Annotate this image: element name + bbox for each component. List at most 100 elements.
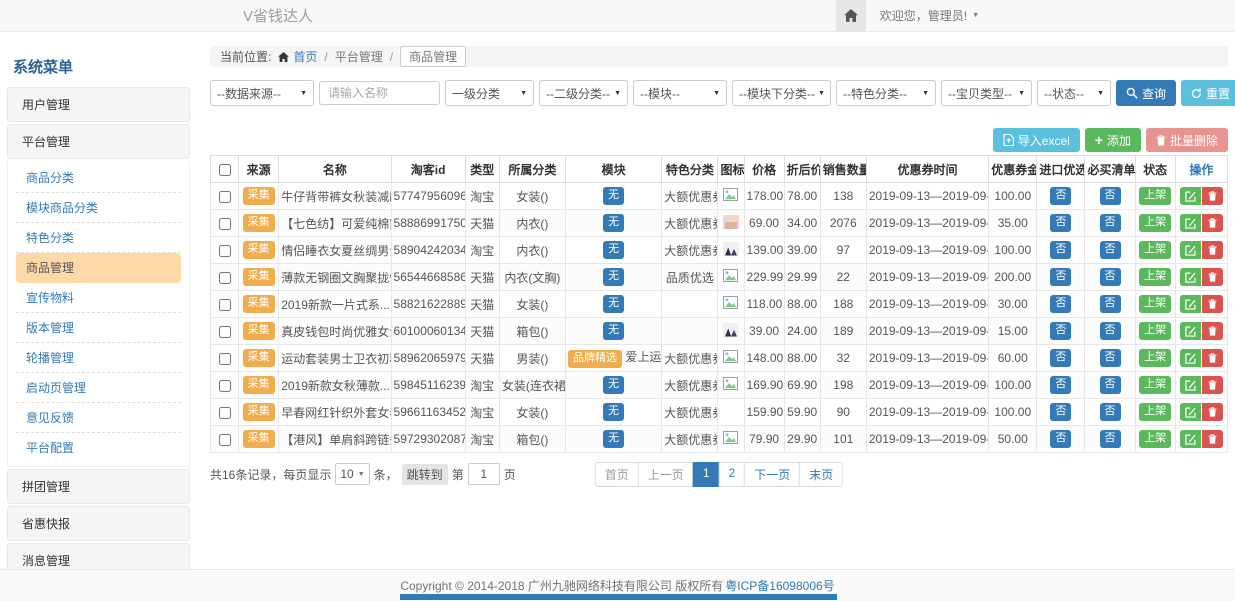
row-checkbox[interactable] xyxy=(219,434,231,446)
imported-toggle[interactable]: 否 xyxy=(1050,349,1071,366)
edit-button[interactable] xyxy=(1180,241,1201,259)
data-source-select[interactable]: --数据来源--▼ xyxy=(210,80,314,106)
row-checkbox[interactable] xyxy=(219,191,231,203)
module-badge[interactable]: 品牌精选 xyxy=(568,350,622,367)
icp-link[interactable]: 粤ICP备16098006号 xyxy=(725,577,834,594)
home-button[interactable] xyxy=(836,0,866,31)
page-1-button[interactable]: 1 xyxy=(693,462,720,487)
must-buy-toggle[interactable]: 否 xyxy=(1100,322,1121,339)
status-button[interactable]: 上架 xyxy=(1139,376,1171,393)
module-badge[interactable]: 无 xyxy=(603,322,624,339)
edit-button[interactable] xyxy=(1180,430,1201,448)
sidebar-panel-message-mgmt[interactable]: 消息管理 xyxy=(7,543,190,570)
reset-button[interactable]: 重置 xyxy=(1181,80,1235,106)
delete-button[interactable] xyxy=(1202,268,1223,286)
must-buy-toggle[interactable]: 否 xyxy=(1100,430,1121,447)
module-badge[interactable]: 无 xyxy=(603,241,624,258)
must-buy-toggle[interactable]: 否 xyxy=(1100,376,1121,393)
delete-button[interactable] xyxy=(1202,187,1223,205)
sidebar-panel-saving-news[interactable]: 省惠快报 xyxy=(7,506,190,541)
imported-toggle[interactable]: 否 xyxy=(1050,403,1071,420)
next-page-button[interactable]: 下一页 xyxy=(744,462,800,487)
name-search-input[interactable] xyxy=(319,81,440,105)
imported-toggle[interactable]: 否 xyxy=(1050,241,1071,258)
imported-toggle[interactable]: 否 xyxy=(1050,187,1071,204)
edit-button[interactable] xyxy=(1180,295,1201,313)
breadcrumb-home-link[interactable]: 首页 xyxy=(278,48,317,65)
edit-button[interactable] xyxy=(1180,187,1201,205)
page-2-button[interactable]: 2 xyxy=(719,462,746,487)
row-checkbox[interactable] xyxy=(219,299,231,311)
sidebar-item-platform-config[interactable]: 平台配置 xyxy=(16,433,181,462)
level1-category-select[interactable]: 一级分类▼ xyxy=(445,80,534,106)
sidebar-item-feature-category[interactable]: 特色分类 xyxy=(16,223,181,253)
sidebar-panel-group-buy-mgmt[interactable]: 拼团管理 xyxy=(7,469,190,504)
edit-button[interactable] xyxy=(1180,268,1201,286)
page-size-select[interactable]: 10 ▼ xyxy=(335,463,369,485)
imported-toggle[interactable]: 否 xyxy=(1050,268,1071,285)
feature-category-select[interactable]: --特色分类--▼ xyxy=(836,80,936,106)
batch-delete-button[interactable]: 批量删除 xyxy=(1146,128,1228,152)
sidebar-item-feedback[interactable]: 意见反馈 xyxy=(16,403,181,433)
delete-button[interactable] xyxy=(1202,241,1223,259)
status-button[interactable]: 上架 xyxy=(1139,430,1171,447)
sidebar-item-version-mgmt[interactable]: 版本管理 xyxy=(16,313,181,343)
last-page-button[interactable]: 末页 xyxy=(799,462,843,487)
status-button[interactable]: 上架 xyxy=(1139,322,1171,339)
jump-page-input[interactable] xyxy=(468,463,500,485)
imported-toggle[interactable]: 否 xyxy=(1050,322,1071,339)
delete-button[interactable] xyxy=(1202,376,1223,394)
delete-button[interactable] xyxy=(1202,403,1223,421)
delete-button[interactable] xyxy=(1202,322,1223,340)
row-checkbox[interactable] xyxy=(219,326,231,338)
module-badge[interactable]: 无 xyxy=(603,187,624,204)
delete-button[interactable] xyxy=(1202,430,1223,448)
module-badge[interactable]: 无 xyxy=(603,376,624,393)
delete-button[interactable] xyxy=(1202,349,1223,367)
status-button[interactable]: 上架 xyxy=(1139,241,1171,258)
delete-button[interactable] xyxy=(1202,214,1223,232)
row-checkbox[interactable] xyxy=(219,380,231,392)
search-button[interactable]: 查询 xyxy=(1116,80,1176,106)
edit-button[interactable] xyxy=(1180,322,1201,340)
module-badge[interactable]: 无 xyxy=(603,295,624,312)
module-subcategory-select[interactable]: --模块下分类--▼ xyxy=(732,80,831,106)
add-button[interactable]: + 添加 xyxy=(1085,128,1141,152)
row-checkbox[interactable] xyxy=(219,407,231,419)
status-button[interactable]: 上架 xyxy=(1139,403,1171,420)
status-button[interactable]: 上架 xyxy=(1139,349,1171,366)
sidebar-panel-platform-mgmt[interactable]: 平台管理 xyxy=(7,124,190,159)
edit-button[interactable] xyxy=(1180,403,1201,421)
breadcrumb-item[interactable]: 平台管理 xyxy=(335,48,383,65)
module-select[interactable]: --模块--▼ xyxy=(633,80,727,106)
row-checkbox[interactable] xyxy=(219,272,231,284)
module-badge[interactable]: 无 xyxy=(603,403,624,420)
must-buy-toggle[interactable]: 否 xyxy=(1100,241,1121,258)
import-excel-button[interactable]: 导入excel xyxy=(993,128,1080,152)
item-type-select[interactable]: --宝贝类型--▼ xyxy=(941,80,1032,106)
module-badge[interactable]: 无 xyxy=(603,430,624,447)
imported-toggle[interactable]: 否 xyxy=(1050,214,1071,231)
jump-to-label[interactable]: 跳转到 xyxy=(402,464,448,485)
sidebar-item-module-goods-category[interactable]: 模块商品分类 xyxy=(16,193,181,223)
sidebar-item-splash-page-mgmt[interactable]: 启动页管理 xyxy=(16,373,181,403)
sidebar-item-goods-category[interactable]: 商品分类 xyxy=(16,163,181,193)
status-button[interactable]: 上架 xyxy=(1139,268,1171,285)
status-select[interactable]: --状态--▼ xyxy=(1037,80,1111,106)
select-all-checkbox[interactable] xyxy=(219,164,231,176)
must-buy-toggle[interactable]: 否 xyxy=(1100,268,1121,285)
sidebar-item-goods-mgmt[interactable]: 商品管理 xyxy=(16,253,181,283)
edit-button[interactable] xyxy=(1180,214,1201,232)
status-button[interactable]: 上架 xyxy=(1139,214,1171,231)
module-badge[interactable]: 无 xyxy=(603,214,624,231)
row-checkbox[interactable] xyxy=(219,218,231,230)
sidebar-item-promo-material[interactable]: 宣传物料 xyxy=(16,283,181,313)
status-button[interactable]: 上架 xyxy=(1139,187,1171,204)
delete-button[interactable] xyxy=(1202,295,1223,313)
must-buy-toggle[interactable]: 否 xyxy=(1100,403,1121,420)
imported-toggle[interactable]: 否 xyxy=(1050,376,1071,393)
edit-button[interactable] xyxy=(1180,376,1201,394)
must-buy-toggle[interactable]: 否 xyxy=(1100,295,1121,312)
module-badge[interactable]: 无 xyxy=(603,268,624,285)
sidebar-item-carousel-mgmt[interactable]: 轮播管理 xyxy=(16,343,181,373)
